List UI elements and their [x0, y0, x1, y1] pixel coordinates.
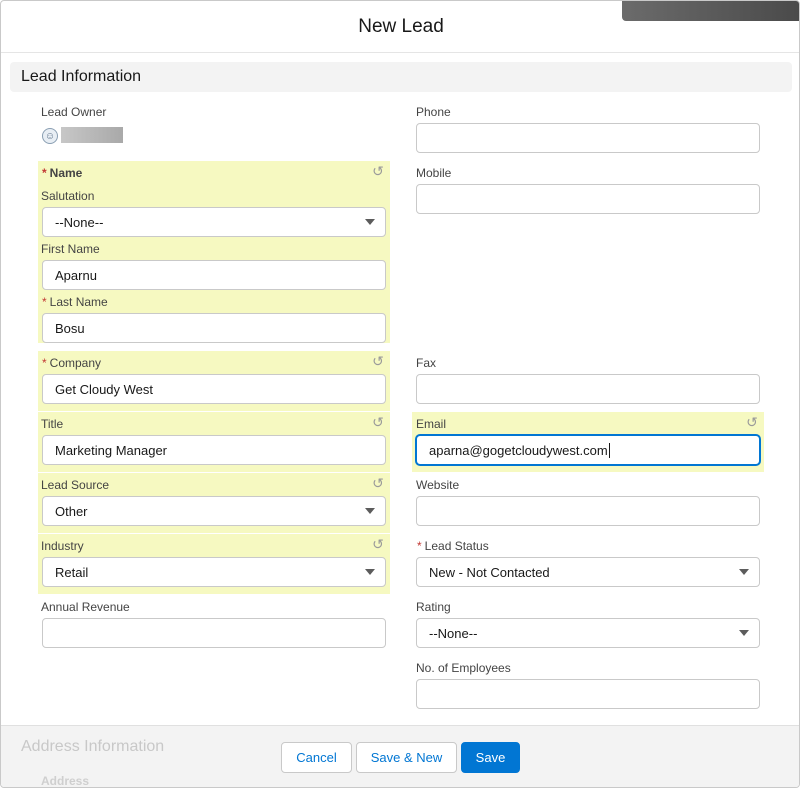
- website-field: Website: [416, 478, 459, 492]
- chevron-down-icon: [365, 508, 375, 514]
- title-field: Title: [41, 417, 63, 431]
- lead-status-label: Lead Status: [424, 539, 489, 553]
- required-marker: *: [42, 295, 47, 309]
- fax-input[interactable]: [416, 374, 760, 404]
- email-input[interactable]: aparna@gogetcloudywest.com: [416, 435, 760, 465]
- chevron-down-icon: [739, 569, 749, 575]
- lead-source-value: Other: [55, 503, 88, 519]
- email-label: Email: [416, 417, 447, 431]
- employees-input[interactable]: [416, 679, 760, 709]
- phone-field: Phone: [416, 105, 451, 119]
- name-label: Name: [49, 166, 83, 180]
- address-label: Address: [41, 774, 90, 788]
- phone-label: Phone: [416, 105, 451, 119]
- modal-title: New Lead: [358, 15, 444, 37]
- last-name-label: Last Name: [49, 295, 108, 309]
- phone-input[interactable]: [416, 123, 760, 153]
- company-label: Company: [49, 356, 102, 370]
- new-lead-modal: New Lead Lead Information Lead Owner ☺ *…: [0, 0, 800, 788]
- chevron-down-icon: [365, 219, 375, 225]
- redacted-bar: [622, 1, 799, 21]
- mobile-input[interactable]: [416, 184, 760, 214]
- company-value: Get Cloudy West: [55, 381, 154, 397]
- chevron-down-icon: [365, 569, 375, 575]
- company-field: * Company: [42, 356, 101, 370]
- last-name-field: * Last Name: [42, 295, 108, 309]
- rating-value: --None--: [429, 625, 478, 641]
- undo-icon[interactable]: ↺: [371, 476, 385, 490]
- lead-owner-name-redacted[interactable]: [61, 127, 123, 143]
- annual-revenue-input[interactable]: [42, 618, 386, 648]
- first-name-field: First Name: [41, 242, 100, 256]
- required-marker: *: [42, 166, 47, 180]
- first-name-value: Aparnu: [55, 267, 97, 283]
- lead-owner-field: Lead Owner: [41, 105, 106, 119]
- last-name-input[interactable]: Bosu: [42, 313, 386, 343]
- salutation-value: --None--: [55, 214, 104, 230]
- first-name-input[interactable]: Aparnu: [42, 260, 386, 290]
- email-value: aparna@gogetcloudywest.com: [429, 442, 608, 458]
- email-field: Email: [416, 417, 446, 431]
- cancel-button[interactable]: Cancel: [281, 742, 352, 773]
- rating-label: Rating: [416, 600, 451, 614]
- industry-select[interactable]: Retail: [42, 557, 386, 587]
- title-value: Marketing Manager: [55, 442, 167, 458]
- industry-value: Retail: [55, 564, 89, 580]
- website-label: Website: [416, 478, 460, 492]
- section-title: Lead Information: [21, 68, 142, 85]
- required-marker: *: [417, 539, 422, 553]
- undo-icon[interactable]: ↺: [371, 537, 385, 551]
- undo-icon[interactable]: ↺: [745, 415, 759, 429]
- lead-source-label: Lead Source: [41, 478, 110, 492]
- annual-revenue-field: Annual Revenue: [41, 600, 130, 614]
- lead-status-field: * Lead Status: [417, 539, 489, 553]
- lead-status-select[interactable]: New - Not Contacted: [416, 557, 760, 587]
- employees-field: No. of Employees: [416, 661, 511, 675]
- industry-label: Industry: [41, 539, 84, 553]
- text-caret: [608, 442, 610, 458]
- address-section-title: Address Information: [21, 738, 165, 755]
- salutation-field: Salutation: [41, 189, 94, 203]
- salutation-select[interactable]: --None--: [42, 207, 386, 237]
- first-name-label: First Name: [41, 242, 100, 256]
- required-marker: *: [42, 356, 47, 370]
- save-button[interactable]: Save: [461, 742, 520, 773]
- mobile-field: Mobile: [416, 166, 451, 180]
- last-name-value: Bosu: [55, 320, 85, 336]
- section-header-lead-information[interactable]: Lead Information: [10, 62, 792, 92]
- lead-source-select[interactable]: Other: [42, 496, 386, 526]
- undo-icon[interactable]: ↺: [371, 164, 385, 178]
- lead-status-value: New - Not Contacted: [429, 564, 550, 580]
- company-input[interactable]: Get Cloudy West: [42, 374, 386, 404]
- rating-field: Rating: [416, 600, 451, 614]
- title-label: Title: [41, 417, 64, 431]
- rating-select[interactable]: --None--: [416, 618, 760, 648]
- name-field-group: * Name: [42, 166, 82, 180]
- industry-field: Industry: [41, 539, 84, 553]
- lead-source-field: Lead Source: [41, 478, 109, 492]
- user-avatar-icon: ☺: [42, 128, 58, 144]
- undo-icon[interactable]: ↺: [371, 354, 385, 368]
- fax-field: Fax: [416, 356, 436, 370]
- annual-revenue-label: Annual Revenue: [41, 600, 130, 614]
- employees-label: No. of Employees: [416, 661, 511, 675]
- chevron-down-icon: [739, 630, 749, 636]
- lead-owner-label: Lead Owner: [41, 105, 107, 119]
- undo-icon[interactable]: ↺: [371, 415, 385, 429]
- save-new-button[interactable]: Save & New: [356, 742, 457, 773]
- fax-label: Fax: [416, 356, 437, 370]
- salutation-label: Salutation: [41, 189, 95, 203]
- website-input[interactable]: [416, 496, 760, 526]
- mobile-label: Mobile: [416, 166, 452, 180]
- title-input[interactable]: Marketing Manager: [42, 435, 386, 465]
